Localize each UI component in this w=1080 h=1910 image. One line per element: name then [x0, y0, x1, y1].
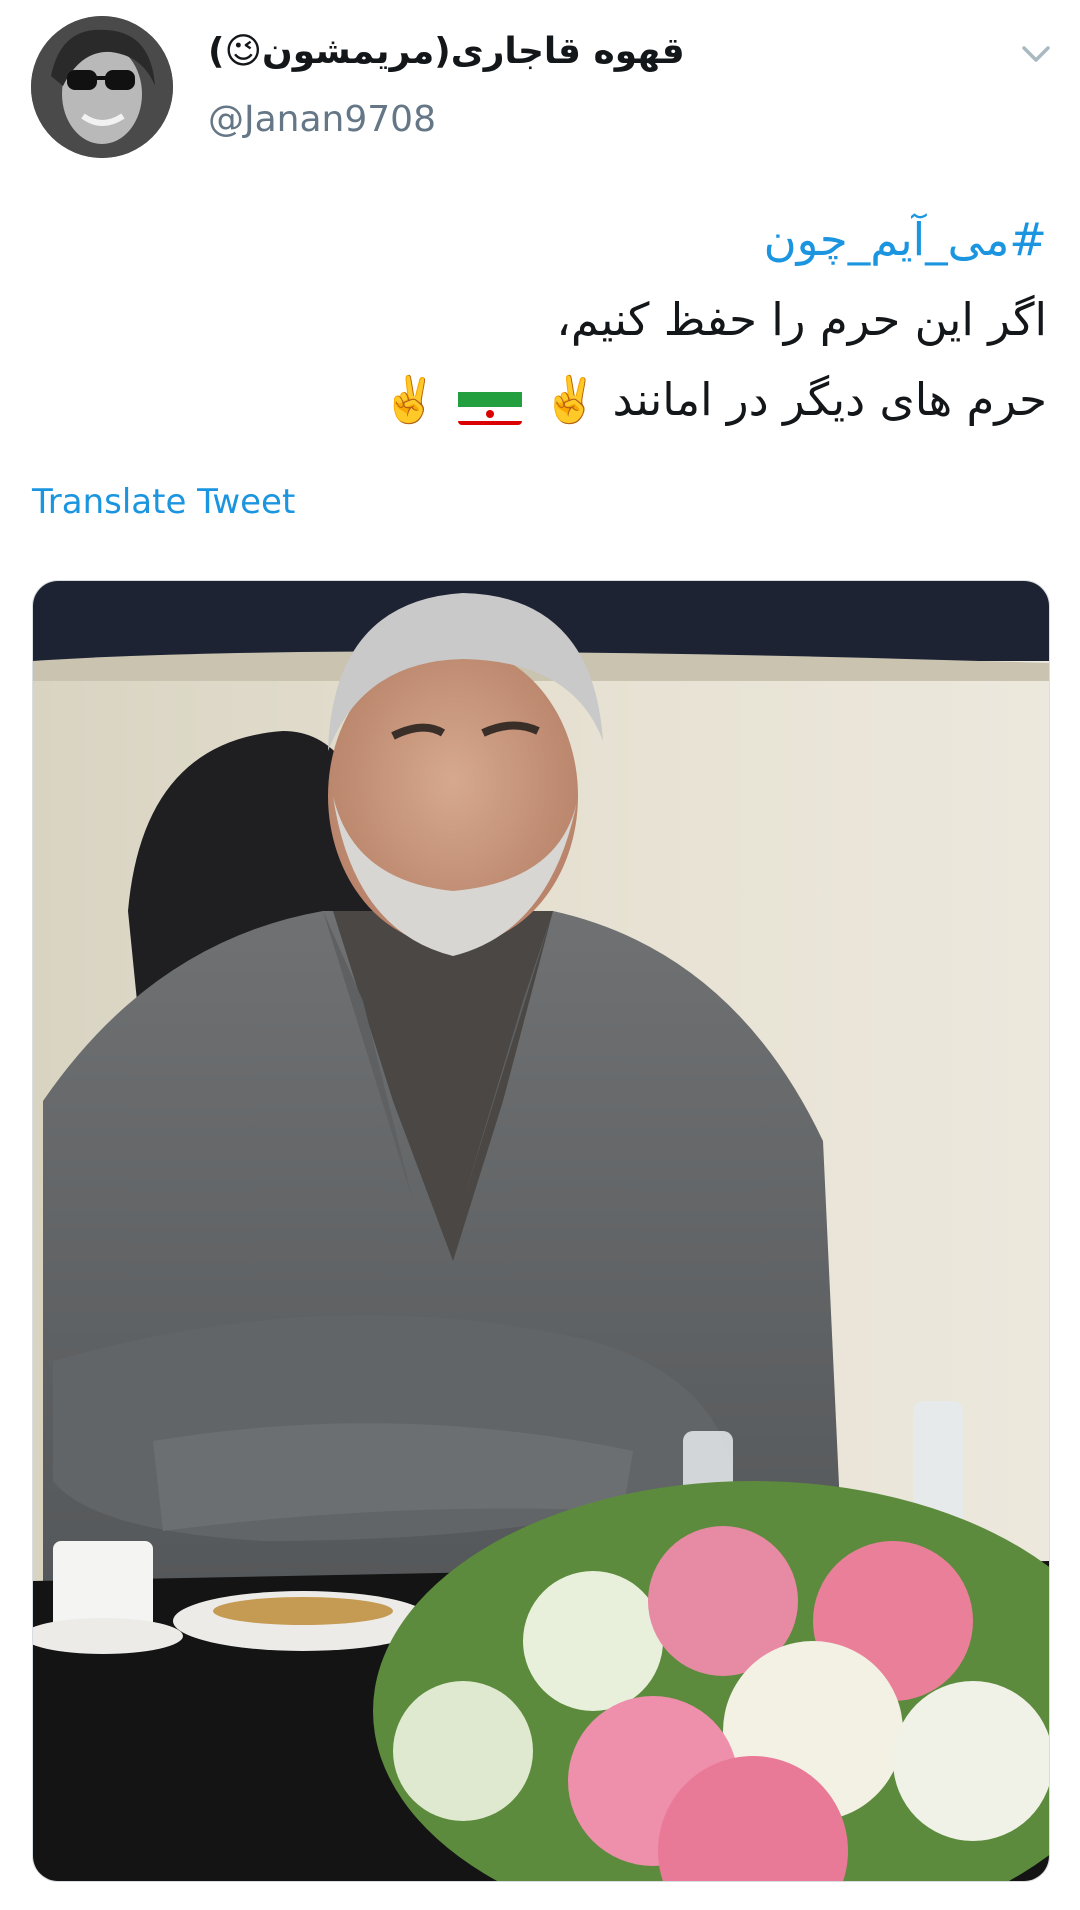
victory-hand-emoji: ✌️	[381, 373, 438, 426]
tweet-line: حرم های دیگر در امانند ✌️ ✌️	[40, 360, 1047, 440]
iran-flag-emoji	[457, 381, 522, 425]
victory-hand-emoji: ✌️	[542, 373, 599, 426]
user-handle[interactable]: @Janan9708	[208, 98, 436, 142]
avatar-image	[31, 16, 173, 158]
chevron-down-icon[interactable]	[1018, 40, 1054, 70]
tweet-media-image[interactable]	[32, 580, 1050, 1882]
tweet-text: #می_آیم_چون اگر این حرم را حفظ کنیم، حرم…	[40, 200, 1047, 440]
translate-tweet-link[interactable]: Translate Tweet	[32, 480, 295, 524]
tweet-line-text: حرم های دیگر در امانند	[612, 373, 1047, 426]
avatar[interactable]	[31, 16, 173, 158]
tweet-line: اگر این حرم را حفظ کنیم،	[556, 293, 1047, 346]
display-name[interactable]: قهوه قاجاری(مریمشون😉)	[208, 30, 685, 74]
hashtag-link[interactable]: #می_آیم_چون	[40, 200, 1047, 280]
